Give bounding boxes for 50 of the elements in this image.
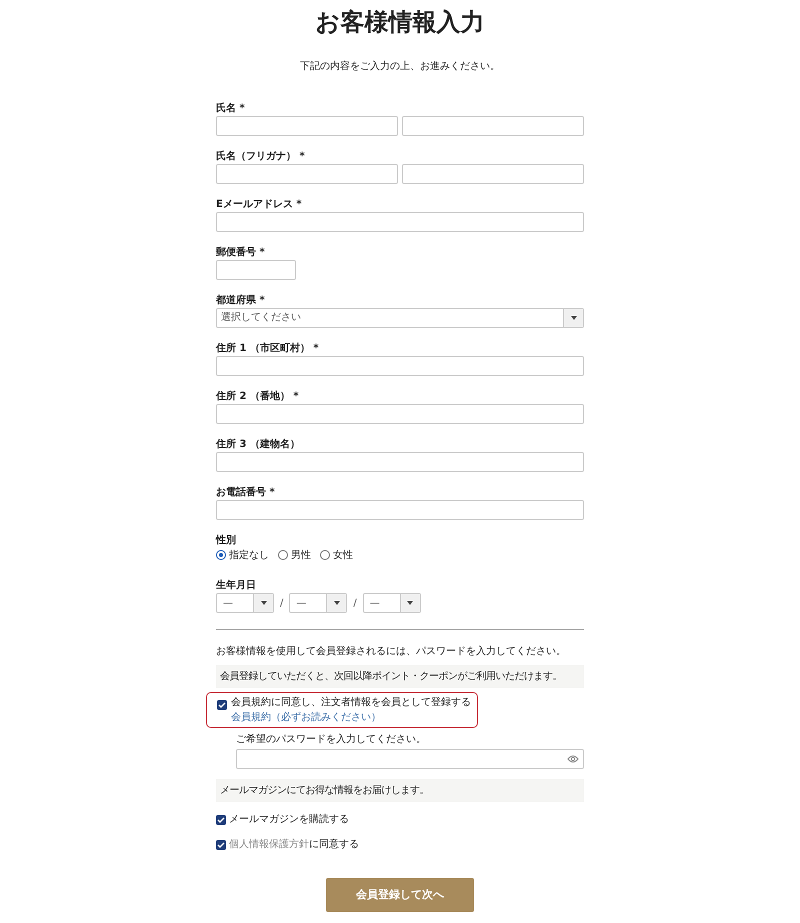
password-field[interactable] <box>236 749 584 770</box>
checkbox[interactable] <box>216 840 226 850</box>
input-field[interactable] <box>216 260 296 280</box>
radio-option[interactable]: 女性 <box>320 548 353 563</box>
input-field[interactable] <box>402 164 584 184</box>
info-banner: 会員登録していただくと、次回以降ポイント・クーポンがご利用いただけます。 <box>216 665 584 688</box>
select-field[interactable]: 選択してください <box>216 308 584 328</box>
input-field[interactable] <box>216 116 398 136</box>
caret-icon <box>563 308 583 327</box>
field-label: 生年月日 <box>216 579 257 592</box>
field-label: 住所 2 （番地） * <box>216 390 300 403</box>
caret-icon <box>326 594 346 612</box>
input-field[interactable] <box>216 164 398 184</box>
input-field[interactable] <box>216 452 584 472</box>
date-separator: / <box>280 596 284 611</box>
terms-link[interactable]: 会員規約（必ずお読みください） <box>231 710 381 726</box>
field-label: 氏名 * <box>216 102 246 115</box>
field-label: 住所 1 （市区町村） * <box>216 342 320 355</box>
checkbox[interactable] <box>216 814 226 825</box>
radio-option[interactable]: 指定なし <box>216 548 269 563</box>
intro-text: 下記の内容をご入力の上、お進みください。 <box>299 60 501 74</box>
field-label: 都道府県 * <box>216 294 266 307</box>
input-field[interactable] <box>402 116 584 136</box>
field-label: ご希望のパスワードを入力してください。 <box>236 732 427 748</box>
input-field[interactable] <box>216 356 584 376</box>
field-label: お電話番号 * <box>216 486 276 499</box>
input-field[interactable] <box>216 212 584 232</box>
select-field[interactable]: — <box>289 593 348 614</box>
input-field[interactable] <box>216 500 584 520</box>
checkbox-label: 会員規約に同意し、注文者情報を会員として登録する <box>231 696 471 710</box>
privacy-link[interactable]: 個人情報保護方針 <box>229 839 309 850</box>
info-banner: メールマガジンにてお得な情報をお届けします。 <box>216 779 584 802</box>
select-field[interactable]: — <box>216 593 274 614</box>
field-label: 郵便番号 * <box>216 246 266 259</box>
field-label: Eメールアドレス * <box>216 198 303 211</box>
field-label: 氏名（フリガナ） * <box>216 150 306 163</box>
caret-icon <box>253 594 273 612</box>
field-label: 住所 3 （建物名） <box>216 438 301 451</box>
checkbox-label: 個人情報保護方針に同意する <box>229 838 359 852</box>
checkbox-label: メールマガジンを購読する <box>229 812 349 828</box>
radio-option[interactable]: 男性 <box>278 548 311 563</box>
checkbox[interactable] <box>217 700 227 710</box>
field-label: 性別 <box>216 534 237 547</box>
page-title: お客様情報入力 <box>314 8 486 37</box>
input-field[interactable] <box>216 404 584 424</box>
caret-icon <box>400 594 420 612</box>
date-separator: / <box>353 596 357 611</box>
notice-text: お客様情報を使用して会員登録されるには、パスワードを入力してください。 <box>216 644 567 660</box>
select-field[interactable]: — <box>362 593 421 614</box>
eye-icon[interactable] <box>567 755 579 764</box>
